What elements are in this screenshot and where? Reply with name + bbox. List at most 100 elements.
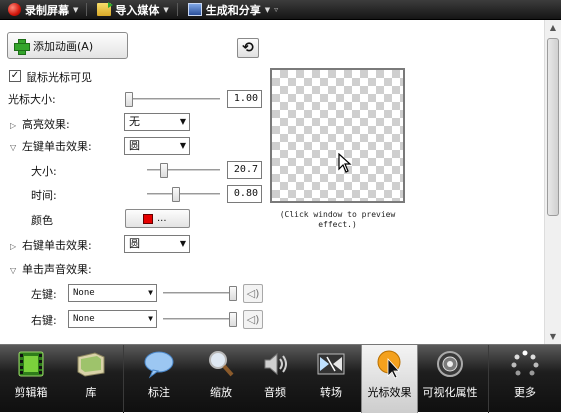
color-picker-button[interactable]: ...	[125, 209, 190, 228]
right-click-effect-label: ▷ 右键单击效果:	[10, 237, 92, 253]
plus-icon	[14, 38, 30, 55]
click-sound-label: ▽ 单击声音效果:	[10, 261, 92, 277]
add-animation-label: 添加动画(A)	[33, 39, 94, 53]
mouse-pointer-icon	[338, 153, 352, 173]
tab-cursor-effects[interactable]: 光标效果	[361, 345, 418, 413]
record-icon	[8, 3, 21, 16]
toolbar-divider	[86, 3, 88, 16]
record-screen-menu[interactable]: 录制屏幕 ▼	[0, 0, 84, 19]
time-field[interactable]: 0.80	[227, 185, 262, 203]
slider-track	[147, 193, 220, 195]
cursor-size-field[interactable]: 1.00	[227, 90, 262, 108]
highlight-effect-value: 无	[129, 115, 140, 128]
collapse-triangle-icon[interactable]: ▽	[10, 266, 22, 275]
expand-triangle-icon[interactable]: ▷	[10, 242, 22, 251]
more-icon	[511, 350, 539, 376]
left-key-volume-slider[interactable]	[163, 286, 237, 301]
tab-transitions[interactable]: 转场	[302, 345, 360, 413]
left-key-sound-select[interactable]: None ▼	[68, 284, 157, 302]
time-label: 时间:	[31, 189, 57, 202]
audio-icon	[264, 352, 287, 376]
chevron-down-icon: ▼	[264, 5, 271, 14]
tab-zoom[interactable]: 缩放	[192, 345, 250, 413]
speaker-icon[interactable]: ◁)	[243, 310, 263, 329]
cursor-preview-window[interactable]	[270, 68, 405, 203]
top-toolbar: 录制屏幕 ▼ 导入媒体 ▼ 生成和分享 ▼ ▿	[0, 0, 561, 19]
tab-divider	[488, 345, 489, 413]
import-media-label: 导入媒体	[115, 3, 160, 17]
collapse-triangle-icon[interactable]: ▽	[10, 143, 22, 152]
chevron-down-icon: ▼	[179, 141, 186, 150]
share-icon	[187, 3, 202, 16]
chevron-down-icon: ▼	[148, 288, 153, 297]
speaker-icon[interactable]: ◁)	[243, 284, 263, 303]
right-key-sound-select[interactable]: None ▼	[68, 310, 157, 328]
highlight-effect-text: 高亮效果:	[22, 118, 70, 131]
color-picker-ellipsis: ...	[157, 213, 167, 224]
slider-track	[147, 169, 220, 171]
vertical-scrollbar[interactable]: ▲ ▼	[544, 20, 561, 344]
right-click-effect-value: 圆	[129, 237, 140, 250]
tab-visual-properties[interactable]: 可视化属性	[418, 345, 482, 413]
time-slider[interactable]	[147, 187, 220, 202]
slider-thumb[interactable]	[229, 286, 237, 301]
scrollbar-thumb[interactable]	[547, 38, 559, 216]
slider-thumb[interactable]	[172, 187, 180, 202]
scroll-down-icon[interactable]: ▼	[547, 331, 559, 343]
task-tab-bar: 剪辑箱 库 标注 缩放 音频 转场 光标效果 可视化属性 更多	[0, 344, 561, 413]
transition-icon	[317, 353, 345, 375]
size-slider[interactable]	[147, 163, 220, 178]
slider-track	[163, 318, 237, 320]
reset-button[interactable]: ⟲	[237, 38, 259, 58]
slider-track	[125, 98, 220, 100]
slider-thumb[interactable]	[125, 92, 133, 107]
toolbar-divider	[176, 3, 178, 16]
expand-triangle-icon[interactable]: ▷	[10, 121, 22, 130]
slider-thumb[interactable]	[160, 163, 168, 178]
tab-label: 可视化属性	[422, 386, 478, 399]
highlight-effect-select[interactable]: 无 ▼	[124, 113, 190, 131]
tab-label: 标注	[148, 386, 170, 399]
right-click-effect-text: 右键单击效果:	[22, 239, 92, 252]
reset-icon: ⟲	[242, 40, 254, 56]
left-key-label: 左键:	[31, 288, 57, 301]
tab-label: 光标效果	[367, 386, 412, 399]
produce-share-menu[interactable]: 生成和分享 ▼ ▿	[180, 0, 284, 19]
tab-library[interactable]: 库	[62, 345, 120, 413]
tab-more[interactable]: 更多	[496, 345, 554, 413]
chevron-down-icon: ▼	[73, 5, 79, 14]
color-swatch	[143, 213, 153, 224]
tab-label: 更多	[514, 386, 536, 399]
right-key-label: 右键:	[31, 314, 57, 327]
overflow-icon[interactable]: ▿	[274, 5, 278, 14]
add-animation-button[interactable]: 添加动画(A)	[7, 32, 128, 59]
chevron-down-icon: ▼	[179, 117, 186, 126]
left-click-effect-text: 左键单击效果:	[22, 140, 92, 153]
tab-label: 剪辑箱	[14, 386, 48, 399]
left-key-sound-value: None	[73, 288, 95, 298]
scroll-up-icon[interactable]: ▲	[547, 22, 559, 34]
tab-audio[interactable]: 音频	[246, 345, 304, 413]
tab-label: 转场	[320, 386, 342, 399]
size-label: 大小:	[31, 165, 57, 178]
cursor-size-slider[interactable]	[125, 92, 220, 107]
size-field[interactable]: 20.7	[227, 161, 262, 179]
left-click-effect-select[interactable]: 圆 ▼	[124, 137, 190, 155]
slider-thumb[interactable]	[229, 312, 237, 327]
import-media-menu[interactable]: 导入媒体 ▼	[89, 0, 174, 19]
tab-label: 库	[85, 386, 97, 399]
preview-hint: (Click window to preview effect.)	[279, 210, 396, 229]
produce-share-label: 生成和分享	[205, 3, 261, 17]
library-icon	[77, 352, 105, 377]
right-key-volume-slider[interactable]	[163, 312, 237, 327]
cursor-effects-panel: 添加动画(A) ⟲ ✓ 鼠标光标可见 光标大小: 1.00 ▷ 高亮效果: 无 ▼…	[0, 19, 561, 344]
cursor-visible-label: 鼠标光标可见	[26, 71, 92, 84]
folder-icon	[97, 2, 114, 16]
tab-callouts[interactable]: 标注	[130, 345, 188, 413]
right-click-effect-select[interactable]: 圆 ▼	[124, 235, 190, 253]
right-key-sound-value: None	[73, 314, 95, 324]
cursor-visible-checkbox[interactable]: ✓	[9, 70, 21, 82]
cursor-size-label: 光标大小:	[8, 93, 56, 106]
tab-divider	[123, 345, 124, 413]
tab-clip-bin[interactable]: 剪辑箱	[2, 345, 60, 413]
